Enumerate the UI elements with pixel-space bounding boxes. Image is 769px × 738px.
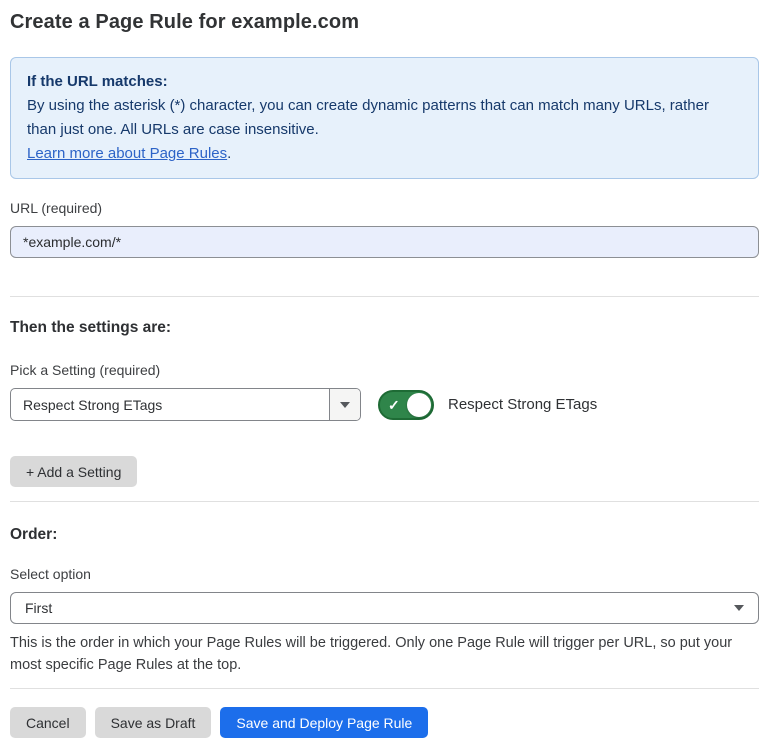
divider: [10, 688, 759, 689]
save-deploy-button[interactable]: Save and Deploy Page Rule: [220, 707, 428, 738]
add-setting-button[interactable]: + Add a Setting: [10, 456, 137, 487]
checkmark-icon: ✓: [388, 398, 400, 412]
settings-section-heading: Then the settings are:: [10, 318, 759, 338]
divider: [10, 501, 759, 502]
setting-row: Respect Strong ETags ✓ Respect Strong ET…: [10, 388, 759, 421]
order-help-text: This is the order in which your Page Rul…: [10, 632, 759, 676]
order-select-value: First: [25, 600, 734, 616]
order-select[interactable]: First: [10, 592, 759, 624]
setting-select-value: Respect Strong ETags: [11, 389, 329, 420]
setting-toggle[interactable]: ✓: [378, 390, 434, 420]
cancel-button[interactable]: Cancel: [10, 707, 86, 738]
url-match-info-box: If the URL matches: By using the asteris…: [10, 57, 759, 179]
order-section-heading: Order:: [10, 525, 759, 545]
divider: [10, 296, 759, 297]
info-box-link-line: Learn more about Page Rules.: [27, 142, 742, 166]
chevron-down-icon: [340, 402, 350, 408]
footer-actions: Cancel Save as Draft Save and Deploy Pag…: [10, 707, 759, 738]
info-box-body: By using the asterisk (*) character, you…: [27, 94, 742, 142]
pick-setting-label: Pick a Setting (required): [10, 361, 759, 379]
toggle-knob: [407, 393, 431, 417]
toggle-label: Respect Strong ETags: [448, 396, 597, 413]
setting-select-dropdown-button[interactable]: [329, 389, 360, 420]
info-box-heading: If the URL matches:: [27, 70, 742, 94]
setting-select[interactable]: Respect Strong ETags: [10, 388, 361, 421]
save-draft-button[interactable]: Save as Draft: [95, 707, 212, 738]
page-title: Create a Page Rule for example.com: [10, 8, 759, 36]
learn-more-link[interactable]: Learn more about Page Rules: [27, 145, 227, 162]
url-input[interactable]: [10, 226, 759, 258]
order-select-label: Select option: [10, 565, 759, 583]
chevron-down-icon: [734, 605, 744, 611]
url-field-label: URL (required): [10, 199, 759, 217]
link-suffix: .: [227, 145, 231, 162]
